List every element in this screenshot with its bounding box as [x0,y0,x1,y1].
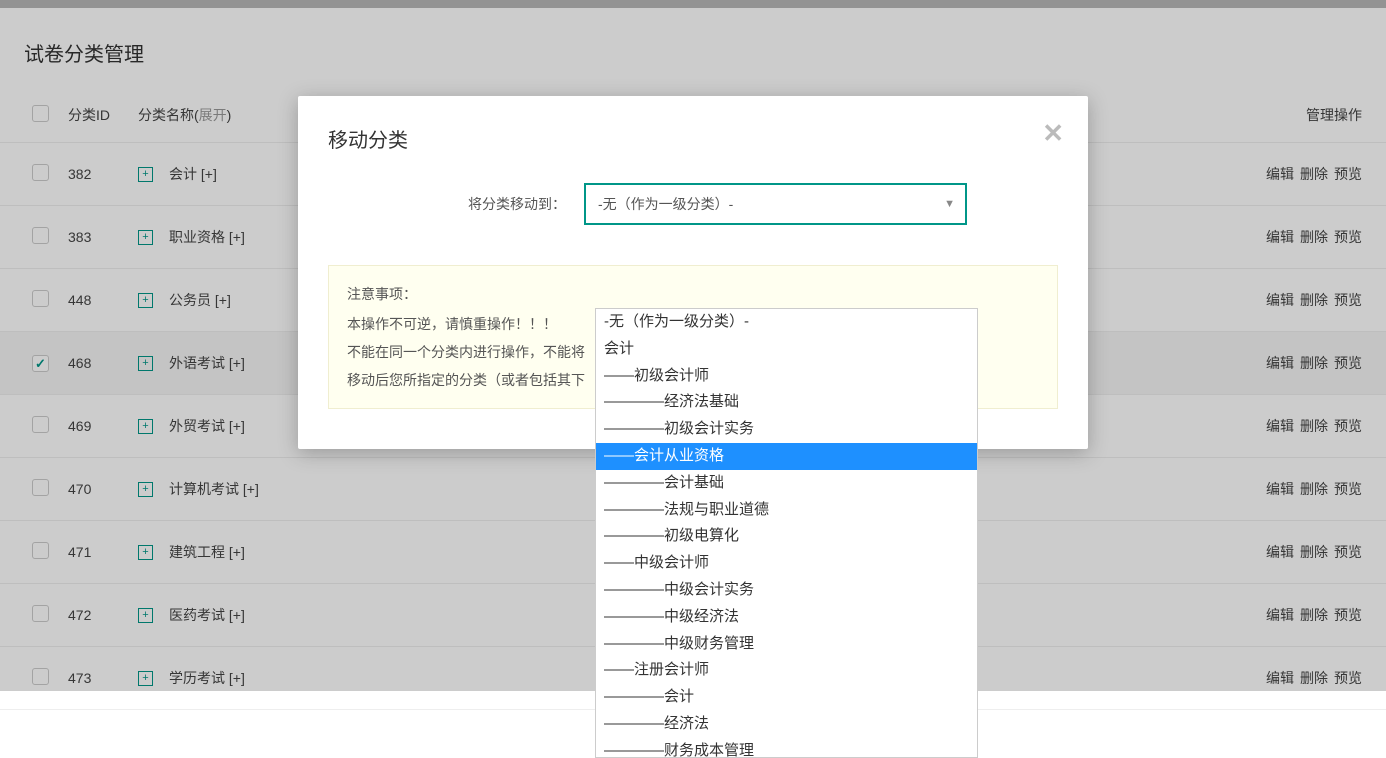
dropdown-item[interactable]: ————经济法基础 [596,389,977,416]
move-category-modal: ✕ 移动分类 将分类移动到： -无（作为一级分类）- ▼ 注意事项： 本操作不可… [298,96,1088,449]
modal-overlay[interactable]: ✕ 移动分类 将分类移动到： -无（作为一级分类）- ▼ 注意事项： 本操作不可… [0,0,1386,691]
dropdown-item[interactable]: ——注册会计师 [596,657,977,684]
dropdown-item[interactable]: ——中级会计师 [596,550,977,577]
dropdown-item[interactable]: ————会计基础 [596,470,977,497]
notice-title: 注意事项： [347,280,1039,308]
dropdown-item[interactable]: -无（作为一级分类）- [596,309,977,336]
dropdown-item[interactable]: ————经济法 [596,711,977,738]
close-icon[interactable]: ✕ [1042,120,1064,146]
dropdown-item[interactable]: ——会计从业资格 [596,443,977,470]
chevron-down-icon: ▼ [944,198,955,210]
dropdown-item[interactable]: ————法规与职业道德 [596,497,977,524]
dropdown-item[interactable]: ——初级会计师 [596,363,977,390]
dropdown-item[interactable]: ————初级会计实务 [596,416,977,443]
dropdown-item[interactable]: ————中级经济法 [596,604,977,631]
dropdown-item[interactable]: ————初级电算化 [596,523,977,550]
dropdown-item[interactable]: ————会计 [596,684,977,711]
select-row: 将分类移动到： -无（作为一级分类）- ▼ [328,183,1058,225]
dropdown-item[interactable]: ————中级会计实务 [596,577,977,604]
category-select[interactable]: -无（作为一级分类）- ▼ [584,183,967,225]
select-label: 将分类移动到： [468,194,566,214]
modal-title: 移动分类 [328,124,1058,153]
dropdown-item[interactable]: ————财务成本管理 [596,738,977,757]
dropdown-item[interactable]: ————中级财务管理 [596,631,977,658]
dropdown-item[interactable]: 会计 [596,336,977,363]
dropdown-scroll[interactable]: -无（作为一级分类）-会计——初级会计师————经济法基础————初级会计实务—… [596,309,977,757]
select-value: -无（作为一级分类）- [598,194,733,214]
